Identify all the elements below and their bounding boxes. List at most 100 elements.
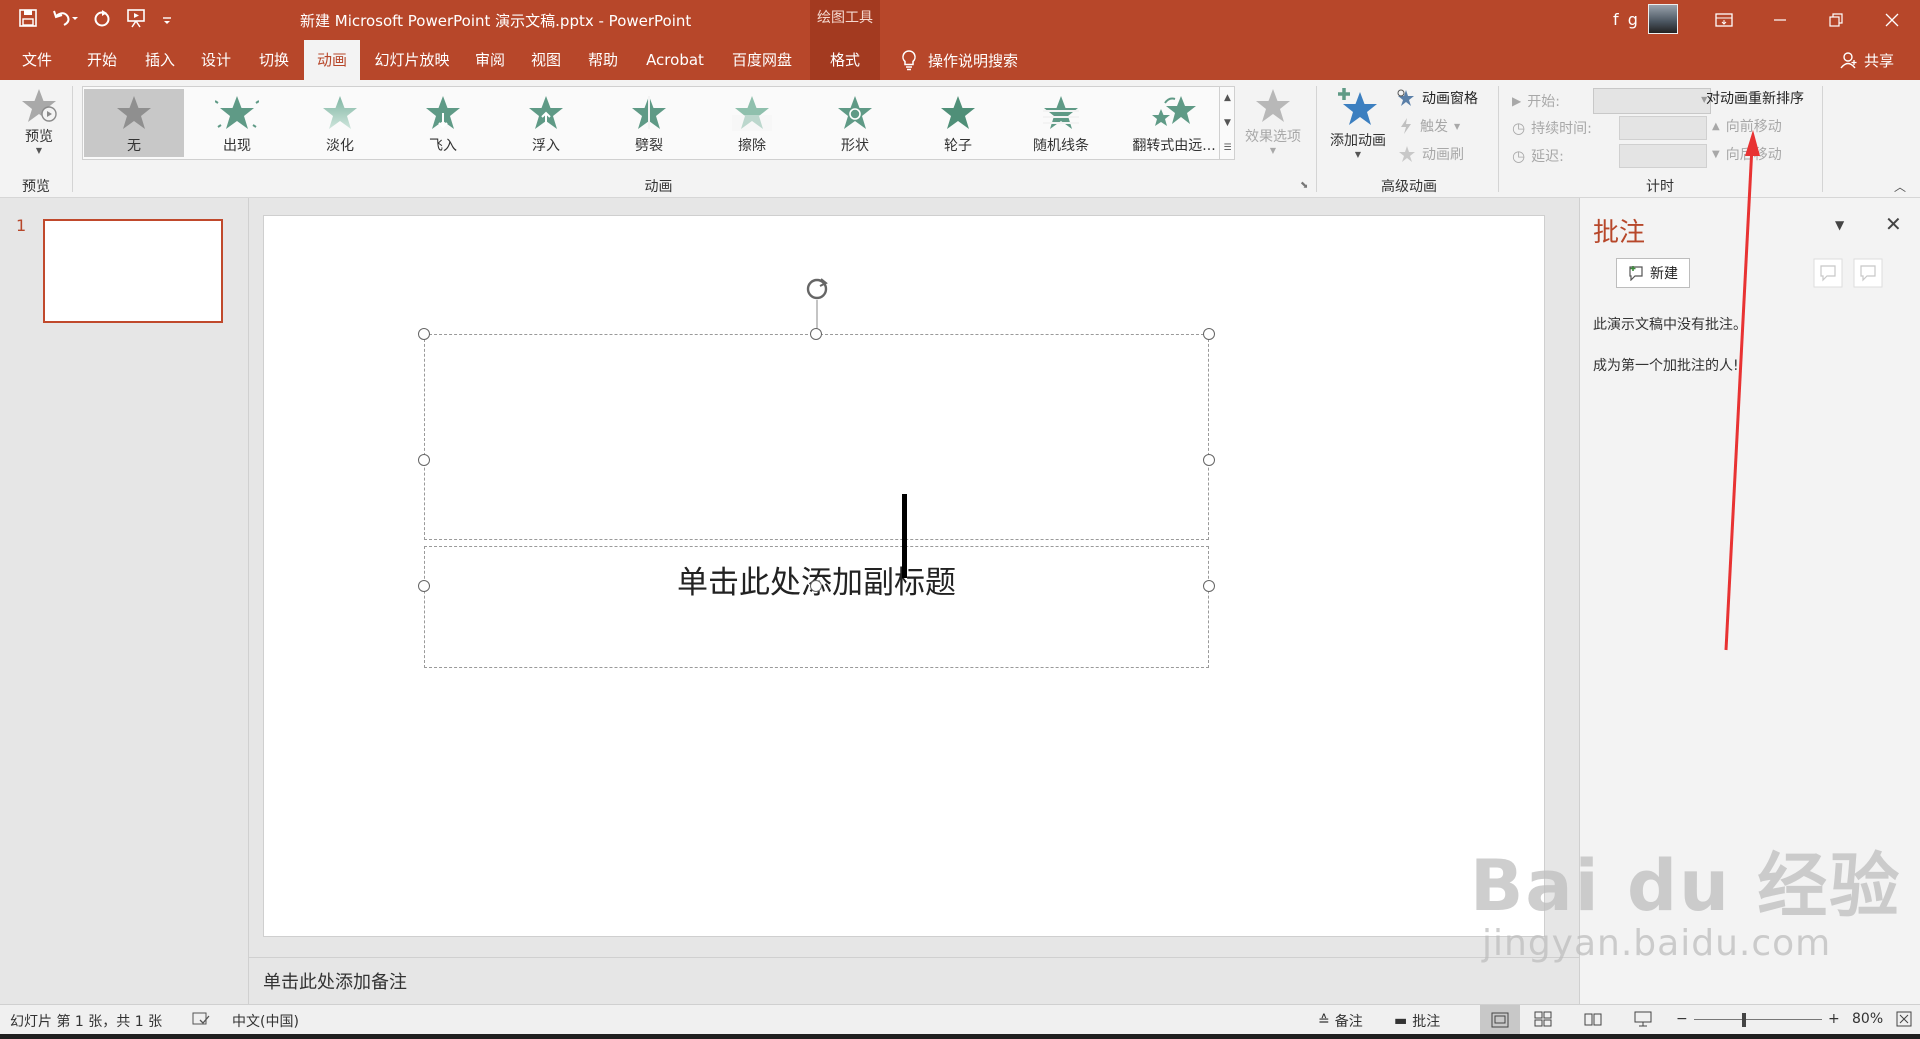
restore-button[interactable] [1808,0,1864,40]
tab-file[interactable]: 文件 [10,40,64,80]
resize-handle-top-left[interactable] [418,328,430,340]
tab-insert[interactable]: 插入 [132,40,188,80]
zoom-out-button[interactable]: − [1676,1011,1688,1027]
next-comment-icon[interactable] [1853,258,1883,288]
slide-sorter-button[interactable] [1534,1011,1552,1027]
delay-spinner[interactable] [1619,144,1708,168]
trigger-button[interactable]: 触发 ▼ [1398,116,1460,136]
present-from-beginning-icon[interactable] [126,8,148,28]
user-name[interactable]: f g [1613,10,1640,29]
move-later-button[interactable]: ▼ 向后移动 [1712,144,1782,164]
customize-qat-icon[interactable] [162,8,172,28]
notes-pane[interactable]: 单击此处添加备注 [249,957,1579,1004]
fit-to-window-button[interactable] [1896,1011,1912,1027]
tell-me-search[interactable]: 操作说明搜索 [900,40,1018,80]
tab-view[interactable]: 视图 [518,40,574,80]
animation-fly-in[interactable]: 飞入 [393,89,493,157]
effect-options-star-icon [1256,89,1290,122]
notes-toggle-label: 备注 [1334,1014,1363,1030]
resize-handle-bottom-right[interactable] [1203,580,1215,592]
animation-painter-button[interactable]: 动画刷 [1398,144,1464,164]
zoom-level[interactable]: 80% [1852,1011,1883,1027]
undo-icon[interactable] [52,8,78,28]
start-combo[interactable]: ▼ [1593,88,1712,114]
resize-handle-right[interactable] [1203,454,1215,466]
animation-wheel[interactable]: 轮子 [908,89,1008,157]
gallery-scroll-up-icon[interactable]: ▲ [1224,93,1231,103]
add-animation-icon [1338,88,1377,125]
star-fly-in-icon [426,96,460,129]
comments-toggle-button[interactable]: ▬ 批注 [1394,1011,1440,1031]
animation-fade[interactable]: 淡化 [290,89,390,157]
animation-group-launcher-icon[interactable]: ⬊ [1300,180,1308,191]
animation-random-bars[interactable]: 随机线条 [1011,89,1111,157]
star-wipe-icon [732,96,772,131]
animation-label: 翻转式由远... [1132,138,1216,154]
minimize-button[interactable] [1752,0,1808,40]
normal-view-button[interactable] [1480,1005,1520,1035]
tab-slide-show[interactable]: 幻灯片放映 [362,40,462,80]
animation-pane-button[interactable]: 动画窗格 [1396,88,1478,108]
animation-none[interactable]: 无 [84,89,184,157]
share-button[interactable]: 共享 [1840,40,1894,80]
subtitle-placeholder[interactable]: 单击此处添加副标题 [424,546,1209,668]
preview-button[interactable]: 预览 ▼ [14,86,64,155]
star-float-in-icon [529,96,563,129]
zoom-slider-track[interactable] [1694,1019,1822,1020]
tab-animations[interactable]: 动画 [304,40,360,80]
animation-label: 劈裂 [635,138,663,154]
comments-toggle-label: 批注 [1412,1014,1441,1030]
tab-format[interactable]: 格式 [810,40,880,80]
rotate-handle-icon[interactable] [802,274,832,334]
pane-divider[interactable] [248,198,249,1004]
user-avatar[interactable] [1648,4,1678,34]
tab-review[interactable]: 审阅 [462,40,518,80]
duration-spinner[interactable] [1619,116,1708,140]
previous-comment-icon[interactable] [1813,258,1843,288]
gallery-scroll-down-icon[interactable]: ▼ [1224,118,1231,128]
language-indicator[interactable]: 中文(中国) [232,1011,299,1031]
effect-options-button[interactable]: 效果选项 ▼ [1238,86,1308,155]
title-placeholder[interactable] [424,334,1209,540]
zoom-in-button[interactable]: + [1828,1011,1840,1027]
add-animation-button[interactable]: 添加动画 ▼ [1324,86,1392,159]
zoom-slider-thumb[interactable] [1741,1013,1746,1027]
star-grow-turn-icon [1152,96,1196,126]
resize-handle-top-right[interactable] [1203,328,1215,340]
slideshow-button[interactable] [1634,1011,1652,1027]
animation-appear[interactable]: 出现 [187,89,287,157]
restore-icon [1829,13,1843,27]
resize-handle-top[interactable] [810,328,822,340]
ribbon-display-options-button[interactable] [1696,0,1752,40]
animation-split[interactable]: 劈裂 [599,89,699,157]
tab-help[interactable]: 帮助 [574,40,632,80]
slide-thumbnail[interactable] [43,219,223,323]
spell-check-icon[interactable] [192,1011,210,1027]
reading-view-button[interactable] [1584,1011,1602,1027]
tab-home[interactable]: 开始 [72,40,132,80]
tab-acrobat[interactable]: Acrobat [636,40,714,80]
animation-shape[interactable]: 形状 [805,89,905,157]
move-earlier-button[interactable]: ▲ 向前移动 [1712,116,1782,136]
redo-icon[interactable] [92,8,112,28]
new-comment-button[interactable]: 新建 [1616,258,1690,288]
tab-design[interactable]: 设计 [188,40,244,80]
close-button[interactable] [1864,0,1920,40]
pane-options-icon[interactable]: ▼ [1835,218,1844,232]
resize-handle-left[interactable] [418,454,430,466]
tab-transitions[interactable]: 切换 [244,40,304,80]
resize-handle-bottom-left[interactable] [418,580,430,592]
collapse-ribbon-icon[interactable]: ︿ [1894,178,1906,195]
close-pane-icon[interactable]: ✕ [1885,212,1902,236]
ribbon-display-icon [1715,13,1733,27]
tab-baidu-netdisk[interactable]: 百度网盘 [718,40,806,80]
slide-counter[interactable]: 幻灯片 第 1 张，共 1 张 [10,1011,162,1031]
save-icon[interactable] [18,8,38,28]
slide-canvas[interactable]: 单击此处添加副标题 [263,215,1545,937]
animation-float-in[interactable]: 浮入 [496,89,596,157]
animation-wipe[interactable]: 擦除 [702,89,802,157]
gallery-more-icon[interactable]: ☰ [1223,143,1231,153]
animation-grow-turn[interactable]: 翻转式由远... [1114,89,1234,157]
notes-toggle-button[interactable]: ≙ 备注 [1318,1011,1363,1031]
resize-handle-bottom[interactable] [810,580,822,592]
